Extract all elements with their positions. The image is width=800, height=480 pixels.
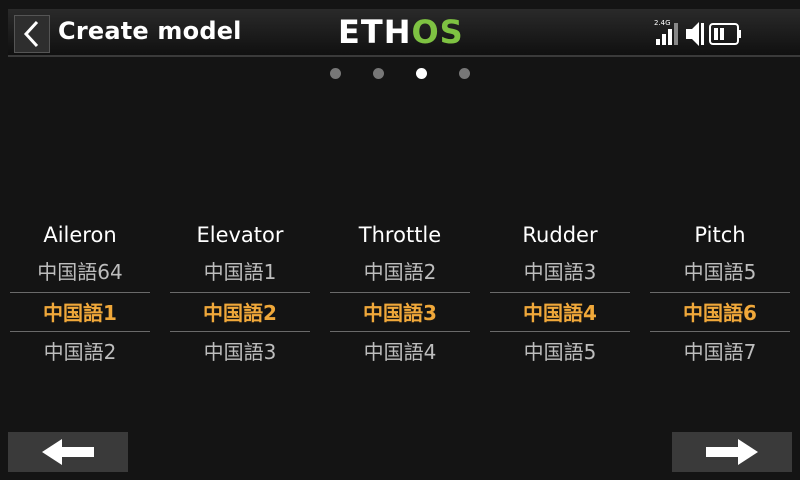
channel-column-elevator[interactable]: Elevator 中国語1 中国語2 中国語3 <box>170 218 310 372</box>
page-title: Create model <box>58 17 242 45</box>
column-title: Throttle <box>358 223 442 247</box>
arrow-right-icon <box>706 439 758 465</box>
column-title: Aileron <box>43 223 117 247</box>
page-dot[interactable] <box>459 68 470 79</box>
page-dot-active[interactable] <box>416 68 427 79</box>
option-selected[interactable]: 中国語2 <box>170 292 310 332</box>
previous-page-button[interactable] <box>8 432 128 472</box>
option-next[interactable]: 中国語2 <box>10 332 150 372</box>
option-prev[interactable]: 中国語3 <box>490 252 630 292</box>
channel-column-aileron[interactable]: Aileron 中国語64 中国語1 中国語2 <box>10 218 150 372</box>
top-bar: Create model ETHOS 2.4G <box>8 9 800 57</box>
arrow-left-icon <box>42 439 94 465</box>
page-dot[interactable] <box>373 68 384 79</box>
channel-column-rudder[interactable]: Rudder 中国語3 中国語4 中国語5 <box>490 218 630 372</box>
option-selected[interactable]: 中国語1 <box>10 292 150 332</box>
column-title: Rudder <box>522 223 598 247</box>
option-prev[interactable]: 中国語5 <box>650 252 790 292</box>
option-next[interactable]: 中国語5 <box>490 332 630 372</box>
option-next[interactable]: 中国語3 <box>170 332 310 372</box>
status-area: 2.4G <box>654 17 784 49</box>
column-title: Elevator <box>196 223 284 247</box>
channel-column-throttle[interactable]: Throttle 中国語2 中国語3 中国語4 <box>330 218 470 372</box>
page-indicator <box>0 68 800 84</box>
option-next[interactable]: 中国語4 <box>330 332 470 372</box>
option-selected[interactable]: 中国語3 <box>330 292 470 332</box>
back-button[interactable] <box>14 15 50 53</box>
signal-band-label: 2.4G <box>654 19 671 27</box>
speaker-muted-icon <box>686 22 704 46</box>
battery-icon <box>709 23 741 45</box>
option-next[interactable]: 中国語7 <box>650 332 790 372</box>
option-prev[interactable]: 中国語1 <box>170 252 310 292</box>
page-dot[interactable] <box>330 68 341 79</box>
column-title: Pitch <box>694 223 746 247</box>
next-page-button[interactable] <box>672 432 792 472</box>
option-selected[interactable]: 中国語4 <box>490 292 630 332</box>
option-selected[interactable]: 中国語6 <box>650 292 790 332</box>
channel-column-pitch[interactable]: Pitch 中国語5 中国語6 中国語7 <box>650 218 790 372</box>
ethos-logo: ETHOS <box>338 13 464 51</box>
chevron-left-icon <box>23 20 39 48</box>
option-prev[interactable]: 中国語2 <box>330 252 470 292</box>
option-prev[interactable]: 中国語64 <box>10 252 150 292</box>
